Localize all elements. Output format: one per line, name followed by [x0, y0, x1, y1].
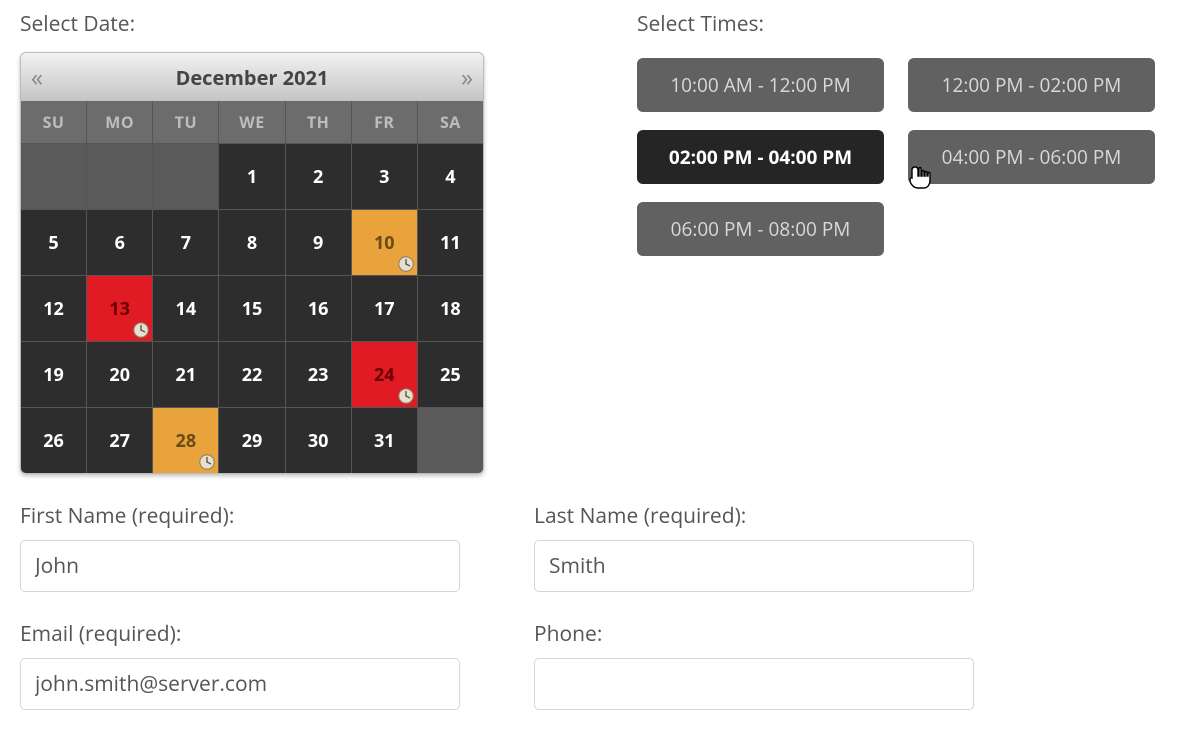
calendar-dow-header: FR	[352, 101, 417, 143]
calendar-day-19[interactable]: 19	[21, 342, 86, 407]
calendar-day-30[interactable]: 30	[286, 408, 351, 473]
calendar-day-16[interactable]: 16	[286, 276, 351, 341]
phone-label: Phone:	[534, 620, 974, 648]
timeslot-4[interactable]: 06:00 PM - 08:00 PM	[637, 202, 884, 256]
calendar-day-5[interactable]: 5	[21, 210, 86, 275]
calendar-prev-button[interactable]: «	[31, 61, 43, 94]
calendar-header: « December 2021 »	[21, 53, 483, 101]
clock-icon	[397, 255, 415, 273]
calendar-day-4[interactable]: 4	[418, 144, 483, 209]
email-input[interactable]	[20, 658, 460, 710]
calendar-day-26[interactable]: 26	[21, 408, 86, 473]
clock-icon	[397, 387, 415, 405]
timeslot-3[interactable]: 04:00 PM - 06:00 PM	[908, 130, 1155, 184]
calendar-day-3[interactable]: 3	[352, 144, 417, 209]
calendar-blank-cell	[21, 144, 86, 209]
calendar-dow-header: SA	[418, 101, 483, 143]
last-name-label: Last Name (required):	[534, 502, 974, 530]
calendar-blank-cell	[153, 144, 218, 209]
calendar-day-10[interactable]: 10	[352, 210, 417, 275]
calendar-dow-header: MO	[87, 101, 152, 143]
calendar-blank-cell	[87, 144, 152, 209]
calendar-dow-header: TH	[286, 101, 351, 143]
calendar-day-22[interactable]: 22	[219, 342, 284, 407]
calendar-blank-cell	[418, 408, 483, 473]
timeslot-2[interactable]: 02:00 PM - 04:00 PM	[637, 130, 884, 184]
calendar-day-27[interactable]: 27	[87, 408, 152, 473]
calendar-day-14[interactable]: 14	[153, 276, 218, 341]
timeslot-0[interactable]: 10:00 AM - 12:00 PM	[637, 58, 884, 112]
calendar-day-9[interactable]: 9	[286, 210, 351, 275]
calendar-day-31[interactable]: 31	[352, 408, 417, 473]
calendar-next-button[interactable]: »	[461, 61, 473, 94]
calendar-day-24[interactable]: 24	[352, 342, 417, 407]
calendar-dow-header: WE	[219, 101, 284, 143]
calendar-day-21[interactable]: 21	[153, 342, 218, 407]
calendar-day-23[interactable]: 23	[286, 342, 351, 407]
calendar-day-25[interactable]: 25	[418, 342, 483, 407]
select-date-label: Select Date:	[20, 10, 563, 38]
select-times-label: Select Times:	[637, 10, 1180, 38]
calendar-day-2[interactable]: 2	[286, 144, 351, 209]
calendar-day-1[interactable]: 1	[219, 144, 284, 209]
first-name-input[interactable]	[20, 540, 460, 592]
calendar-day-15[interactable]: 15	[219, 276, 284, 341]
phone-input[interactable]	[534, 658, 974, 710]
calendar-day-11[interactable]: 11	[418, 210, 483, 275]
timeslot-1[interactable]: 12:00 PM - 02:00 PM	[908, 58, 1155, 112]
calendar-day-8[interactable]: 8	[219, 210, 284, 275]
calendar-dow-header: TU	[153, 101, 218, 143]
calendar-dow-header: SU	[21, 101, 86, 143]
calendar-day-13[interactable]: 13	[87, 276, 152, 341]
calendar-day-18[interactable]: 18	[418, 276, 483, 341]
calendar-widget: « December 2021 » SUMOTUWETHFRSA12345678…	[20, 52, 484, 474]
calendar-day-7[interactable]: 7	[153, 210, 218, 275]
email-label: Email (required):	[20, 620, 460, 648]
calendar-day-6[interactable]: 6	[87, 210, 152, 275]
calendar-day-28[interactable]: 28	[153, 408, 218, 473]
calendar-day-20[interactable]: 20	[87, 342, 152, 407]
clock-icon	[198, 453, 216, 471]
last-name-input[interactable]	[534, 540, 974, 592]
clock-icon	[132, 321, 150, 339]
calendar-day-17[interactable]: 17	[352, 276, 417, 341]
calendar-month-title: December 2021	[176, 64, 329, 91]
calendar-day-29[interactable]: 29	[219, 408, 284, 473]
first-name-label: First Name (required):	[20, 502, 460, 530]
calendar-day-12[interactable]: 12	[21, 276, 86, 341]
